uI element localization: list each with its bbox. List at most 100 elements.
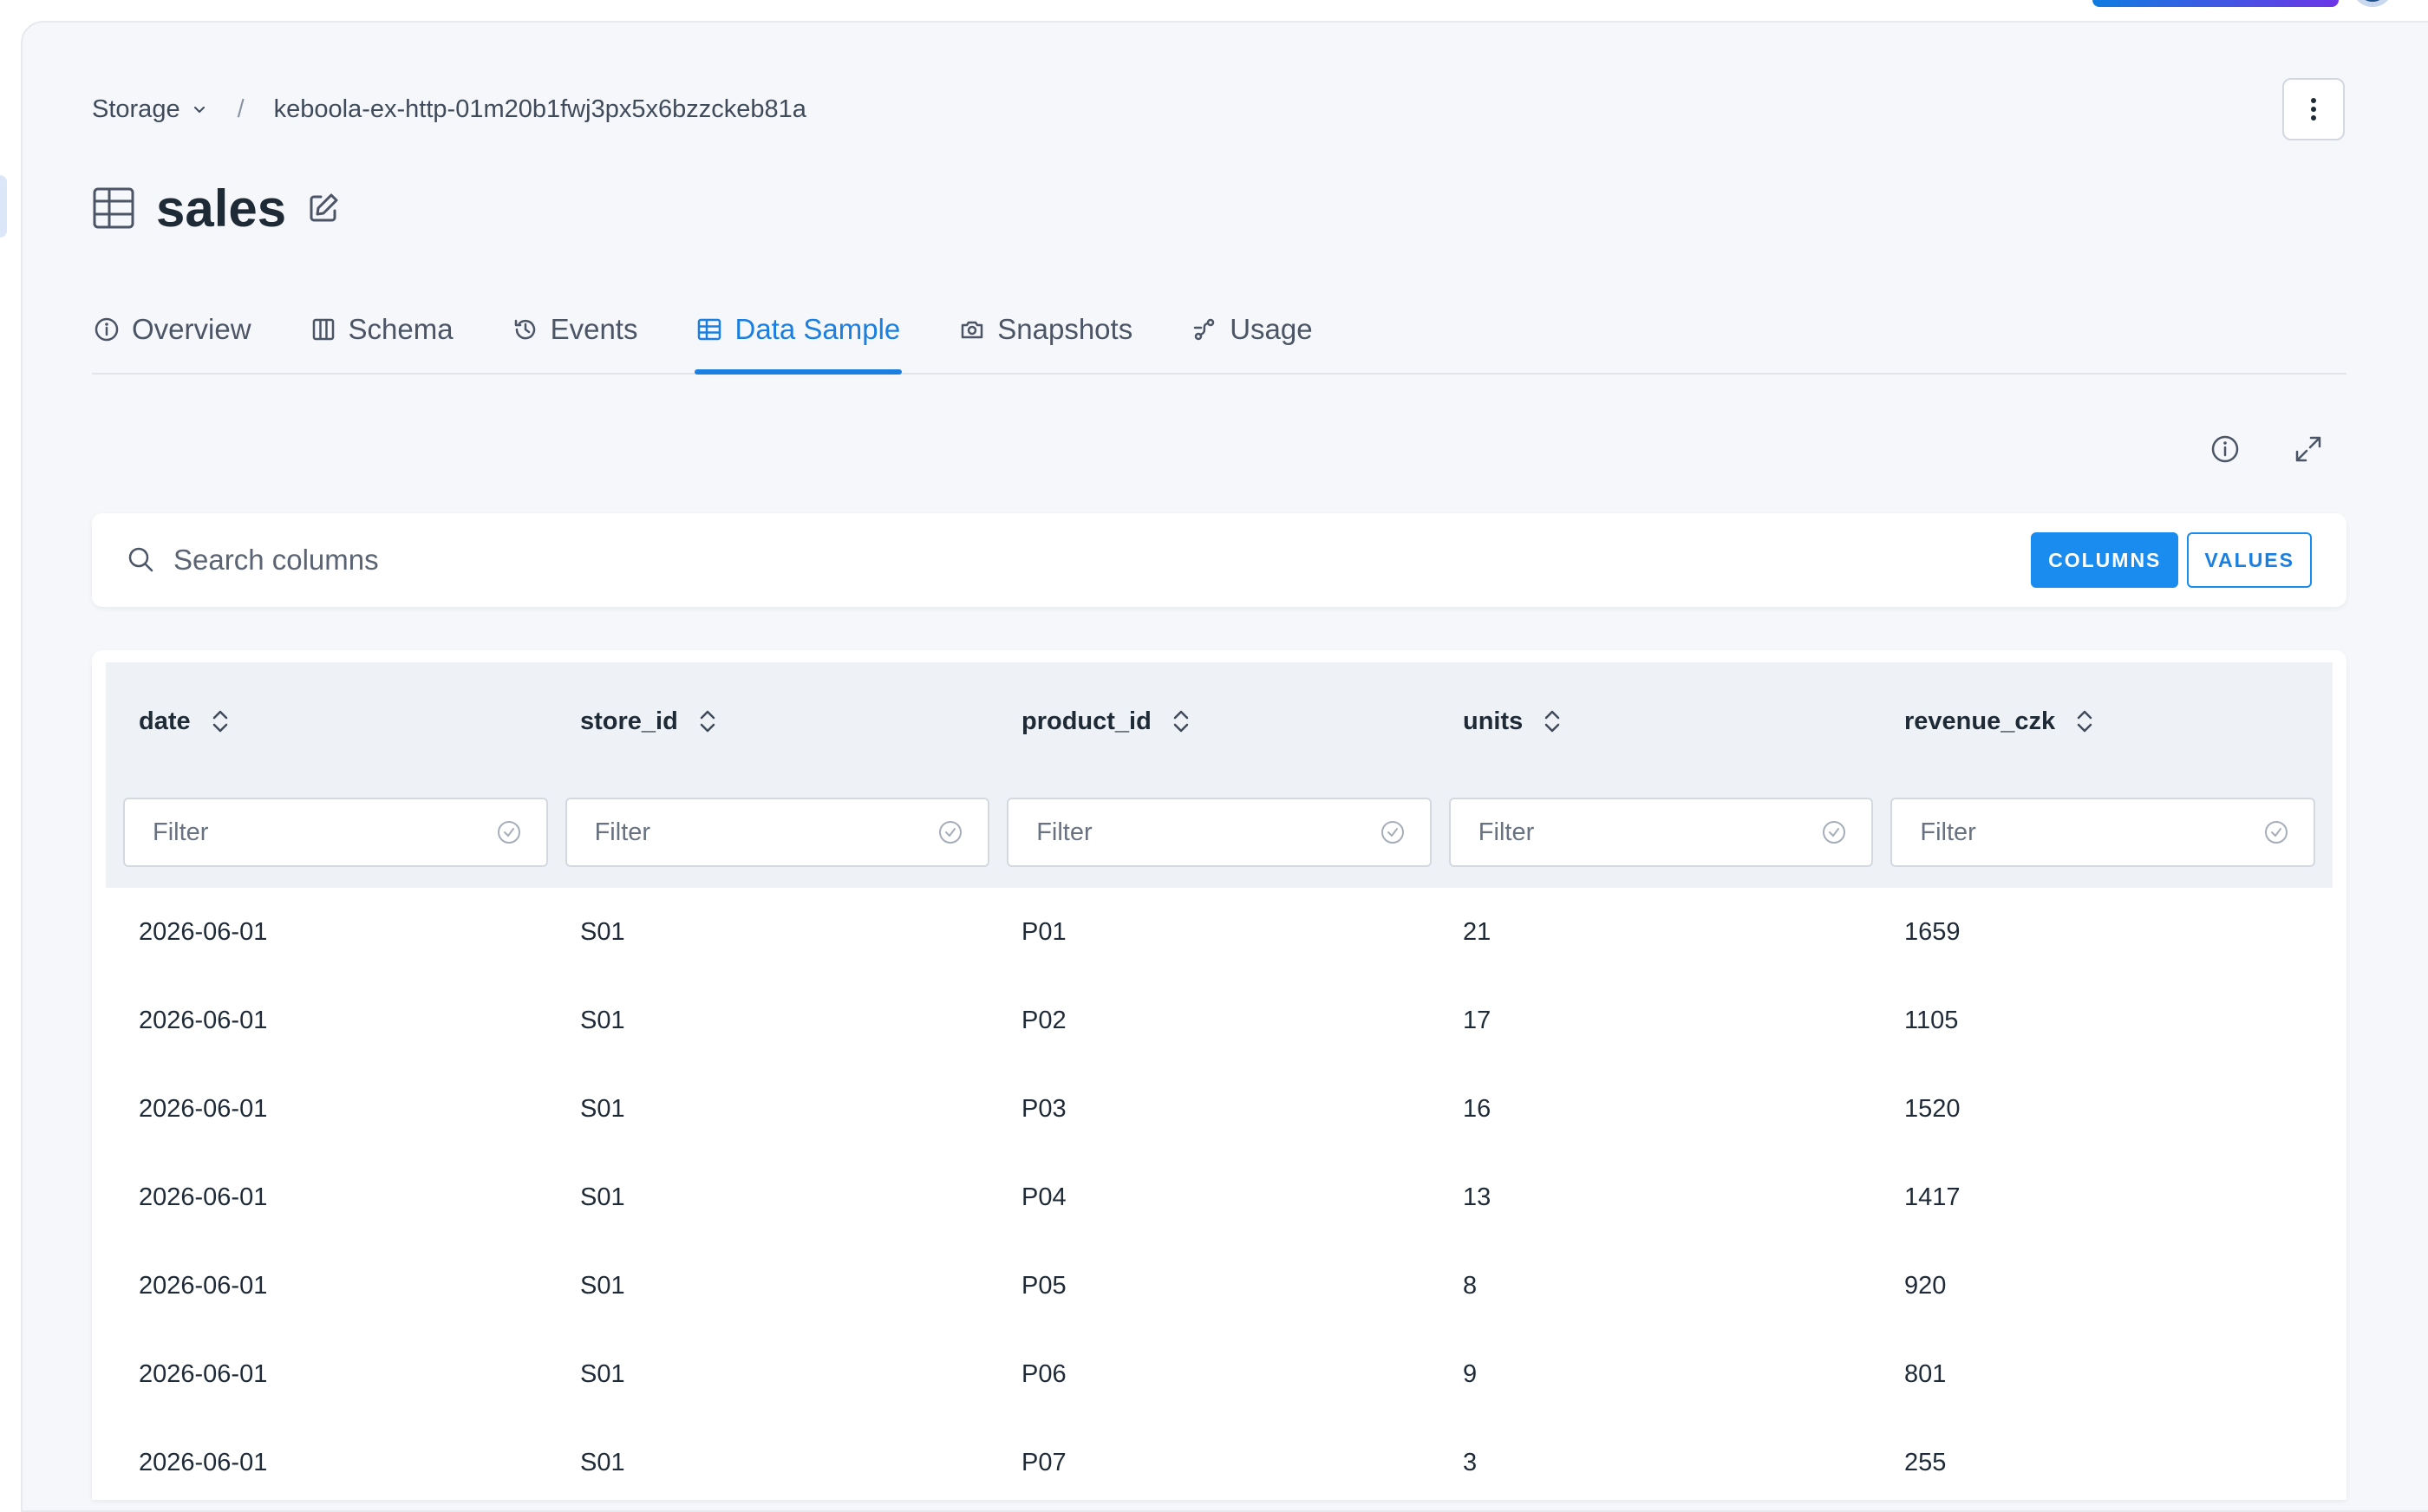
- tab-bar: Overview Schema Events Data Sample Snaps…: [92, 286, 2346, 375]
- tab-label: Overview: [132, 313, 251, 345]
- table-cell: 17: [1463, 1006, 1491, 1034]
- table-row: 2026-06-01 S01 P03 16 1520: [106, 1065, 2333, 1153]
- tab-label: Data Sample: [734, 313, 901, 345]
- table-cell: 1105: [1904, 1006, 1959, 1034]
- tab-label: Schema: [348, 313, 454, 345]
- breadcrumb-bucket[interactable]: keboola-ex-http-01m20b1fwj3px5x6bzzckeb8…: [274, 95, 806, 124]
- table-cell: 2026-06-01: [139, 1183, 268, 1211]
- columns-mode-button[interactable]: COLUMNS: [2031, 532, 2179, 588]
- tab-label: Events: [550, 313, 638, 345]
- column-header-date[interactable]: date: [106, 662, 547, 780]
- table-header: date store_id product_id units revenue_c…: [106, 662, 2333, 780]
- table-cell: 2026-06-01: [139, 1271, 268, 1300]
- filter-input-revenue-czk[interactable]: [1920, 818, 2263, 847]
- table-cell: S01: [580, 1094, 625, 1123]
- table-cell: P05: [1021, 1271, 1067, 1300]
- values-mode-button[interactable]: VALUES: [2187, 532, 2312, 588]
- search-bar: COLUMNS VALUES: [92, 513, 2346, 607]
- table-cell: P04: [1021, 1183, 1067, 1211]
- column-header-store-id[interactable]: store_id: [547, 662, 989, 780]
- table-cell: P01: [1021, 917, 1067, 946]
- search-columns-input[interactable]: [173, 544, 2023, 577]
- table-cell: P06: [1021, 1359, 1067, 1388]
- table-cell: 255: [1904, 1448, 1947, 1476]
- table-body: 2026-06-01 S01 P01 21 1659 2026-06-01 S0…: [106, 888, 2333, 1500]
- tab-events[interactable]: Events: [511, 286, 640, 373]
- breadcrumb: Storage / keboola-ex-http-01m20b1fwj3px5…: [92, 90, 806, 128]
- breadcrumb-separator: /: [237, 94, 245, 123]
- kebab-menu-icon: [2311, 98, 2316, 121]
- table-row: 2026-06-01 S01 P06 9 801: [106, 1330, 2333, 1418]
- camera-icon: [962, 321, 983, 339]
- table-cell: S01: [580, 1448, 625, 1476]
- tab-snapshots[interactable]: Snapshots: [957, 286, 1134, 373]
- table-cell: 21: [1463, 917, 1491, 946]
- edit-icon[interactable]: [307, 192, 340, 225]
- column-filter: [1890, 798, 2315, 867]
- tab-schema[interactable]: Schema: [309, 286, 455, 373]
- sort-icon[interactable]: [1542, 707, 1563, 736]
- filter-input-date[interactable]: [153, 818, 496, 847]
- table-cell: 3: [1463, 1448, 1478, 1476]
- table-cell: S01: [580, 1271, 625, 1300]
- tab-usage[interactable]: Usage: [1190, 286, 1314, 373]
- table-cell: 2026-06-01: [139, 1448, 268, 1476]
- columns-icon: [312, 318, 334, 341]
- table-cell: 1659: [1904, 917, 1961, 946]
- table-row: 2026-06-01 S01 P04 13 1417: [106, 1153, 2333, 1242]
- table-cell: 920: [1904, 1271, 1947, 1300]
- table-row: 2026-06-01 S01 P02 17 1105: [106, 976, 2333, 1065]
- breadcrumb-storage-label: Storage: [92, 94, 180, 123]
- search-icon: [128, 547, 153, 572]
- tab-label: Snapshots: [997, 313, 1133, 345]
- lineage-icon: [1193, 318, 1215, 341]
- table-cell: 8: [1463, 1271, 1478, 1300]
- column-header-revenue-czk[interactable]: revenue_czk: [1871, 662, 2313, 780]
- tab-data-sample[interactable]: Data Sample: [695, 286, 903, 375]
- table-icon: [93, 187, 134, 229]
- check-circle-icon[interactable]: [2263, 819, 2289, 845]
- column-header-product-id[interactable]: product_id: [989, 662, 1430, 780]
- table-cell: P03: [1021, 1094, 1067, 1123]
- filter-input-units[interactable]: [1478, 818, 1822, 847]
- table-cell: P07: [1021, 1448, 1067, 1476]
- sort-icon[interactable]: [697, 707, 718, 736]
- column-header-units[interactable]: units: [1430, 662, 1871, 780]
- sort-icon[interactable]: [2074, 707, 2095, 736]
- info-icon[interactable]: [2209, 433, 2241, 465]
- column-filter: [1448, 798, 1874, 867]
- table-cell: 2026-06-01: [139, 1006, 268, 1034]
- breadcrumb-storage-dropdown[interactable]: Storage: [92, 95, 208, 124]
- check-circle-icon[interactable]: [1380, 819, 1406, 845]
- more-actions-button[interactable]: [2282, 78, 2345, 140]
- tab-overview[interactable]: Overview: [92, 286, 253, 373]
- filter-row: [106, 780, 2333, 888]
- table-cell: 1520: [1904, 1094, 1961, 1123]
- filter-input-product-id[interactable]: [1036, 818, 1380, 847]
- check-circle-icon[interactable]: [1821, 819, 1847, 845]
- table-row: 2026-06-01 S01 P05 8 920: [106, 1242, 2333, 1330]
- expand-icon[interactable]: [2293, 433, 2324, 465]
- table-cell: P02: [1021, 1006, 1067, 1034]
- table-icon: [698, 318, 721, 341]
- table-cell: 801: [1904, 1359, 1947, 1388]
- user-avatar[interactable]: [2352, 0, 2393, 7]
- table-cell: 2026-06-01: [139, 917, 268, 946]
- table-cell: 16: [1463, 1094, 1491, 1123]
- check-circle-icon[interactable]: [937, 819, 963, 845]
- info-icon: [95, 317, 119, 342]
- chevron-down-icon: [193, 107, 205, 113]
- table-cell: 1417: [1904, 1183, 1961, 1211]
- table-cell: S01: [580, 1006, 625, 1034]
- column-filter: [565, 798, 990, 867]
- table-row: 2026-06-01 S01 P01 21 1659: [106, 888, 2333, 976]
- column-header-label: units: [1463, 707, 1524, 735]
- sort-icon[interactable]: [210, 707, 231, 736]
- page-title: sales: [156, 179, 287, 238]
- check-circle-icon[interactable]: [496, 819, 522, 845]
- history-icon: [514, 319, 535, 340]
- filter-input-store-id[interactable]: [594, 818, 938, 847]
- tab-label: Usage: [1230, 313, 1313, 345]
- table-cell: S01: [580, 917, 625, 946]
- sort-icon[interactable]: [1171, 707, 1191, 736]
